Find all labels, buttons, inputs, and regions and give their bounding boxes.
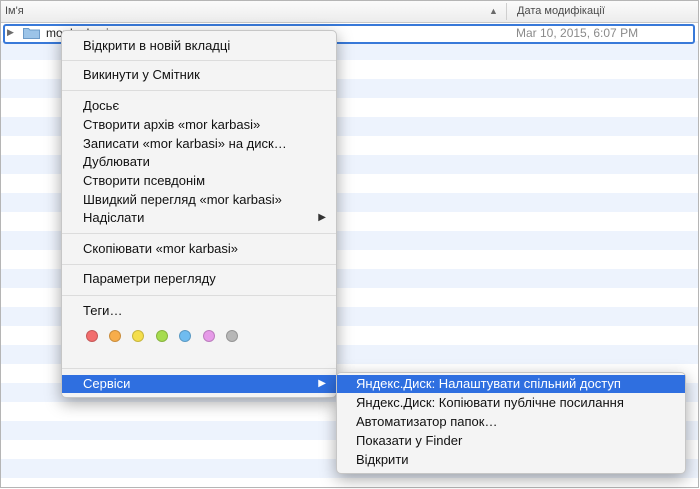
menu-item-open-new-tab[interactable]: Відкрити в новій вкладці [62, 37, 336, 55]
menu-separator [62, 368, 336, 369]
name-column-header[interactable]: Ім'я [5, 5, 24, 17]
tag-color-gray[interactable] [226, 330, 238, 342]
tag-color-purple[interactable] [203, 330, 215, 342]
service-show-in-finder[interactable]: Показати у Finder [337, 432, 685, 450]
tag-color-blue[interactable] [179, 330, 191, 342]
menu-item-duplicate[interactable]: Дублювати [62, 153, 336, 171]
menu-separator [62, 295, 336, 296]
menu-item-share[interactable]: Надіслати ▶ [62, 209, 336, 227]
menu-item-make-alias[interactable]: Створити псевдонім [62, 172, 336, 190]
submenu-arrow-icon: ▶ [318, 212, 326, 223]
column-divider[interactable] [506, 3, 507, 20]
services-submenu: Яндекс.Диск: Налаштувати спільний доступ… [336, 372, 686, 474]
folder-date-modified: Mar 10, 2015, 6:07 PM [516, 26, 639, 40]
menu-separator [62, 90, 336, 91]
services-label: Сервіси [83, 376, 131, 391]
menu-item-copy[interactable]: Скопіювати «mor karbasi» [62, 240, 336, 258]
menu-item-services[interactable]: Сервіси ▶ [62, 375, 336, 393]
context-menu: Відкрити в новій вкладці Викинути у Сміт… [61, 30, 337, 398]
sort-ascending-icon[interactable]: ▲ [489, 6, 498, 16]
menu-item-quick-look[interactable]: Швидкий перегляд «mor karbasi» [62, 191, 336, 209]
menu-item-get-info[interactable]: Досьє [62, 97, 336, 115]
menu-item-burn-to-disc[interactable]: Записати «mor karbasi» на диск… [62, 135, 336, 153]
menu-item-compress[interactable]: Створити архів «mor karbasi» [62, 116, 336, 134]
menu-separator [62, 60, 336, 61]
date-modified-column-header[interactable]: Дата модифікації [517, 5, 605, 17]
tag-color-green[interactable] [156, 330, 168, 342]
menu-item-view-options[interactable]: Параметри перегляду [62, 270, 336, 288]
column-header-bar: Ім'я ▲ Дата модифікації [1, 1, 698, 23]
menu-item-tags[interactable]: Теги… [62, 302, 336, 320]
service-open[interactable]: Відкрити [337, 451, 685, 469]
tag-color-red[interactable] [86, 330, 98, 342]
tag-color-yellow[interactable] [132, 330, 144, 342]
tag-color-orange[interactable] [109, 330, 121, 342]
menu-item-move-to-trash[interactable]: Викинути у Смітник [62, 66, 336, 84]
menu-separator [62, 264, 336, 265]
menu-separator [62, 233, 336, 234]
disclosure-triangle-icon[interactable]: ▶ [7, 27, 14, 38]
service-yandex-share[interactable]: Яндекс.Диск: Налаштувати спільний доступ [337, 375, 685, 393]
service-folder-actions[interactable]: Автоматизатор папок… [337, 413, 685, 431]
submenu-arrow-icon: ▶ [318, 378, 326, 389]
service-yandex-copy-link[interactable]: Яндекс.Диск: Копіювати публічне посиланн… [337, 394, 685, 412]
folder-icon [23, 28, 40, 39]
share-label: Надіслати [83, 210, 145, 225]
